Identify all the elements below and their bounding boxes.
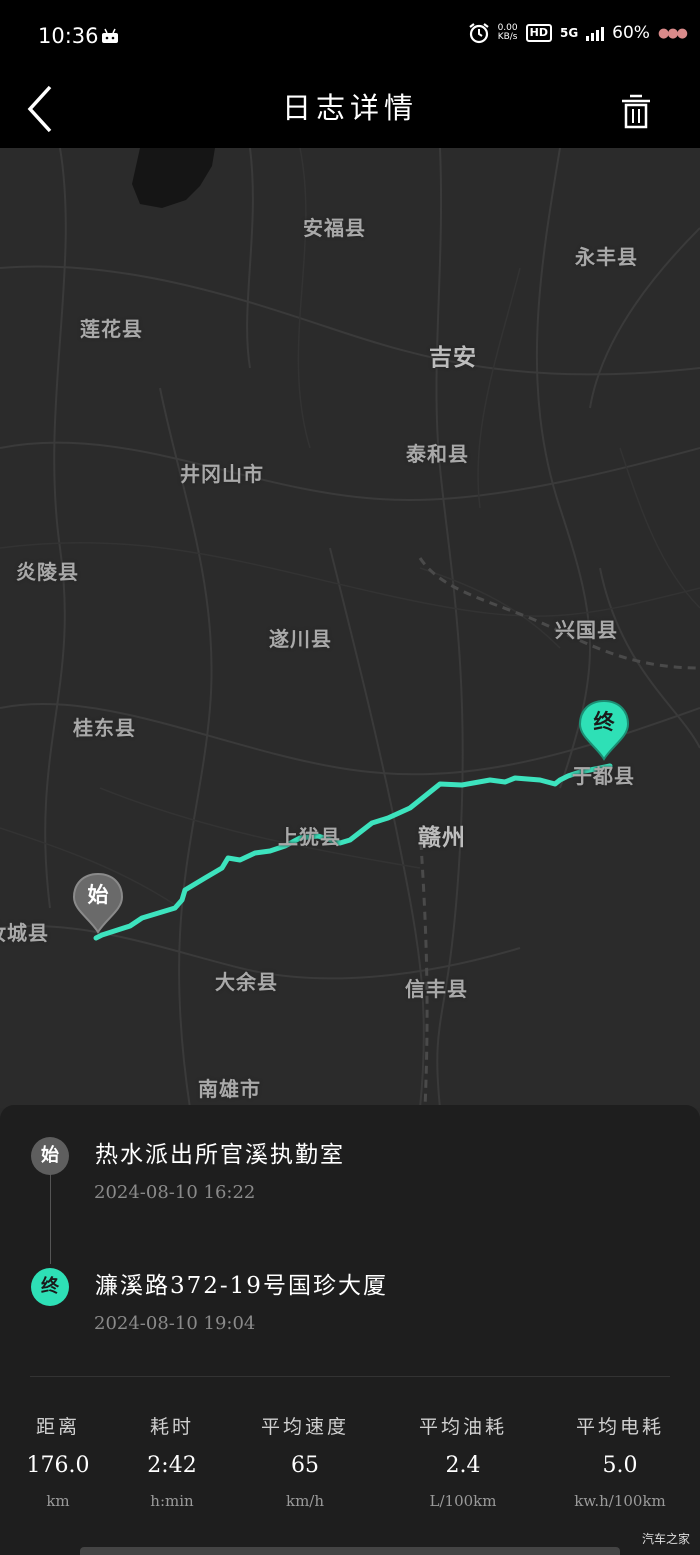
stat-unit: km/h [285, 1492, 325, 1510]
map-label: 莲花县 [80, 317, 143, 341]
map-label: 泰和县 [406, 442, 469, 466]
route-line [93, 763, 613, 941]
net-speed: 0.00 KB/s [497, 23, 518, 42]
map-label: 遂川县 [269, 627, 332, 651]
map-label: 汝城县 [0, 921, 49, 945]
map-label: 兴国县 [555, 618, 618, 642]
stat-label: 耗时 [149, 1416, 194, 1438]
stat-value: 2.4 [445, 1453, 481, 1478]
map-label: 桂东县 [73, 716, 136, 740]
stat-value: 2:42 [147, 1453, 197, 1478]
stat-avg-energy: 平均电耗 5.0 kw.h/100km [555, 1412, 685, 1510]
alarm-icon [468, 23, 489, 44]
timeline-connector [50, 1172, 51, 1264]
map-label: 永丰县 [575, 245, 638, 269]
route-map[interactable]: 安福县 永丰县 莲花县 吉安 泰和县 井冈山市 炎陵县 遂川县 兴国县 桂东县 … [0, 148, 700, 1108]
map-label: 安福县 [303, 216, 366, 240]
map-label: 信丰县 [405, 977, 468, 1001]
hd-badge: HD [525, 24, 552, 42]
home-indicator[interactable] [80, 1547, 620, 1555]
status-icons: 0.00 KB/s HD 5G 60% ●●● [468, 22, 688, 44]
stat-value: 65 [291, 1453, 319, 1478]
trash-icon[interactable] [618, 91, 654, 131]
map-label: 井冈山市 [180, 462, 264, 486]
stat-label: 距离 [35, 1416, 80, 1438]
stat-label: 平均油耗 [418, 1416, 507, 1438]
start-time: 2024-08-10 16:22 [94, 1182, 256, 1203]
network-type: 5G [559, 26, 579, 40]
stat-unit: km [46, 1492, 70, 1510]
map-label: 吉安 [429, 345, 477, 371]
map-label: 炎陵县 [16, 560, 79, 584]
start-badge: 始 [31, 1137, 69, 1175]
start-place: 热水派出所官溪执勤室 [95, 1142, 345, 1168]
start-pin[interactable]: 始 [71, 872, 125, 936]
end-place: 濂溪路372-19号国珍大厦 [95, 1273, 388, 1299]
stat-duration: 耗时 2:42 h:min [122, 1412, 222, 1510]
stat-distance: 距离 176.0 km [8, 1412, 108, 1510]
map-label: 南雄市 [198, 1077, 261, 1101]
watermark: 汽车之家 [641, 1532, 690, 1546]
divider [30, 1376, 670, 1377]
start-pin-label: 始 [87, 883, 109, 907]
map-label: 大余县 [215, 970, 278, 994]
android-icon [102, 28, 118, 43]
notification-icons: ●●● [657, 25, 688, 41]
stat-value: 176.0 [26, 1453, 90, 1478]
stat-unit: kw.h/100km [574, 1492, 666, 1510]
map-label: 上犹县 [278, 825, 341, 849]
top-nav: 日志详情 [0, 75, 700, 148]
battery-level: 60% [612, 23, 650, 43]
map-label: 赣州 [418, 825, 466, 851]
stat-label: 平均速度 [260, 1416, 349, 1438]
end-pin[interactable]: 终 [577, 699, 631, 763]
end-time: 2024-08-10 19:04 [94, 1313, 256, 1334]
stat-value: 5.0 [602, 1453, 638, 1478]
end-badge: 终 [31, 1268, 69, 1306]
signal-icon [586, 25, 605, 41]
stat-avg-fuel: 平均油耗 2.4 L/100km [398, 1412, 528, 1510]
map-label: 于都县 [572, 764, 635, 788]
end-pin-label: 终 [593, 710, 615, 734]
page-title: 日志详情 [281, 91, 418, 125]
stat-avg-speed: 平均速度 65 km/h [240, 1412, 370, 1510]
status-time: 10:36 [38, 24, 99, 48]
stat-unit: L/100km [429, 1492, 497, 1510]
stat-unit: h:min [150, 1492, 194, 1510]
stat-label: 平均电耗 [575, 1416, 664, 1438]
status-bar: 10:36 0.00 KB/s HD 5G 60% ●●● [0, 0, 700, 75]
